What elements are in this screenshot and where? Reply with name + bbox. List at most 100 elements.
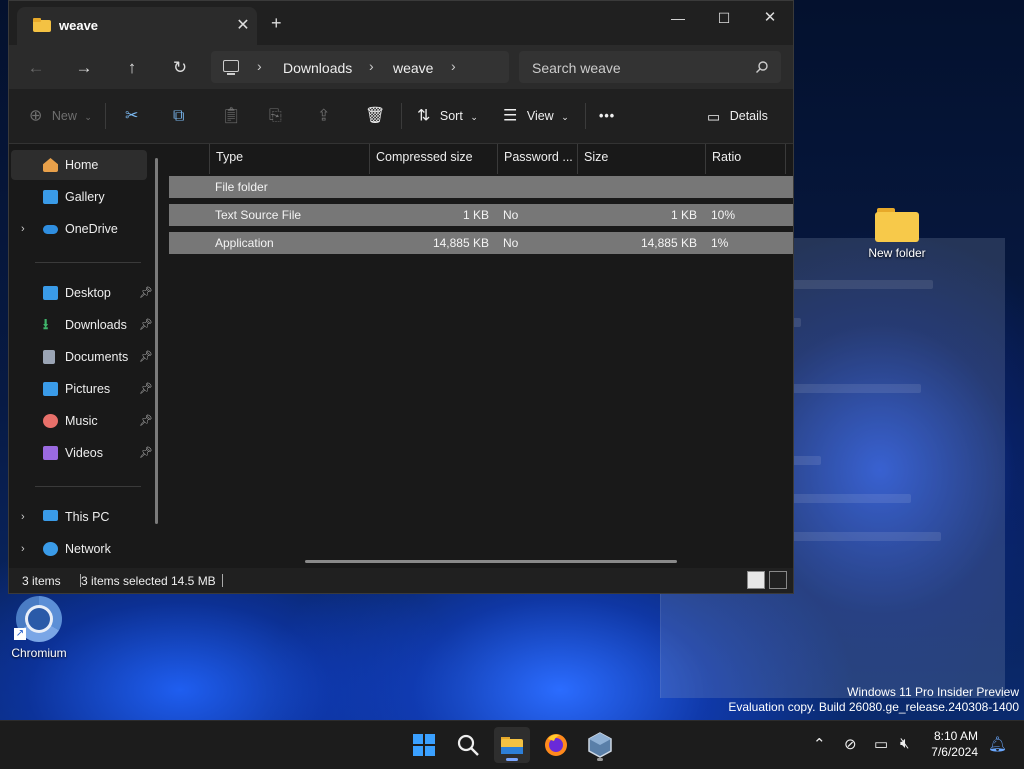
volume-muted-icon[interactable]: 🔇︎ <box>900 735 909 752</box>
search-input[interactable]: Search weave <box>532 60 621 76</box>
table-row[interactable]: Application 14,885 KB No 14,885 KB 1% <box>169 232 793 254</box>
sort-button-label: Sort <box>439 109 463 123</box>
cell-type: Text Source File <box>215 208 302 222</box>
back-icon[interactable]: ← <box>23 55 49 81</box>
show-hidden-icons-icon[interactable]: ⌃ <box>813 735 826 753</box>
title-bar: weave ✕ + — ☐ ✕ <box>9 1 793 45</box>
sidebar-item-network[interactable]: › Network <box>11 534 147 564</box>
virtualbox-icon[interactable] <box>582 727 618 763</box>
sidebar-scrollbar[interactable] <box>155 158 158 524</box>
windows-watermark: Windows 11 Pro Insider Preview Evaluatio… <box>728 685 1019 715</box>
up-icon[interactable]: ↑ <box>119 55 145 81</box>
documents-icon <box>43 350 55 364</box>
desktop-icon-new-folder[interactable]: New folder <box>862 208 932 260</box>
horizontal-scrollbar[interactable] <box>305 560 677 563</box>
share-icon[interactable]: ⇪ <box>317 105 330 127</box>
status-bar: 3 items 3 items selected 14.5 MB <box>9 568 793 593</box>
sort-button[interactable]: ⇅ Sort ⌄ <box>417 105 478 127</box>
search-icon[interactable] <box>450 727 486 763</box>
home-icon <box>43 158 58 172</box>
desktop-icon-label: New folder <box>868 246 926 260</box>
sidebar-item-this-pc[interactable]: › This PC <box>11 502 147 532</box>
paste-icon[interactable]: 📋︎ <box>221 105 241 127</box>
breadcrumb-chevron-icon[interactable]: › <box>451 58 456 74</box>
tiles-view-toggle-icon[interactable] <box>769 571 787 589</box>
file-explorer-icon[interactable] <box>494 727 530 763</box>
tab-close-button[interactable]: ✕ <box>233 15 253 35</box>
breadcrumb-weave[interactable]: weave <box>393 60 433 76</box>
sidebar-item-documents[interactable]: Documents 📌︎ <box>11 342 153 372</box>
chevron-right-icon[interactable]: › <box>21 534 25 564</box>
address-bar[interactable]: › Downloads › weave › <box>211 51 509 83</box>
sidebar-item-music[interactable]: Music 📌︎ <box>11 406 153 436</box>
pictures-icon <box>43 382 58 396</box>
explorer-tab[interactable]: weave ✕ <box>17 7 257 45</box>
folder-icon <box>33 18 51 32</box>
chevron-right-icon[interactable]: › <box>21 214 25 244</box>
column-header-size[interactable]: Size <box>577 144 705 174</box>
details-button[interactable]: ▭ Details <box>707 105 768 127</box>
details-pane-icon: ▭ <box>707 108 721 125</box>
new-tab-button[interactable]: + <box>271 13 282 34</box>
music-icon <box>43 414 58 428</box>
clock-date: 7/6/2024 <box>931 745 978 759</box>
chevron-right-icon[interactable]: › <box>21 502 25 532</box>
start-icon[interactable] <box>406 727 442 763</box>
sidebar-item-gallery[interactable]: Gallery <box>11 182 147 212</box>
cell-type: File folder <box>215 180 268 194</box>
cut-icon[interactable]: ✂ <box>125 105 138 127</box>
column-header-password[interactable]: Password ... <box>497 144 577 174</box>
breadcrumb-chevron-icon[interactable]: › <box>369 58 374 74</box>
sidebar-item-home[interactable]: Home <box>11 150 147 180</box>
this-pc-icon <box>223 60 239 75</box>
sidebar-item-label: Music <box>65 414 98 428</box>
command-bar: ⊕ New ⌄ ✂ ⧉ 📋︎ ⎘ ⇪ 🗑︎ ⇅ Sort ⌄ ☰ View ⌄ … <box>9 89 793 144</box>
network-icon <box>43 542 58 556</box>
cell-compressed-size: 14,885 KB <box>432 236 489 250</box>
plus-circle-icon: ⊕ <box>29 107 43 125</box>
refresh-icon[interactable]: ↻ <box>167 55 193 81</box>
display-icon[interactable]: ▭ <box>874 735 888 753</box>
search-icon <box>756 61 768 73</box>
close-button[interactable]: ✕ <box>747 5 793 31</box>
system-clock[interactable]: 8:10 AM 7/6/2024 <box>931 728 978 760</box>
sidebar-item-desktop[interactable]: Desktop 📌︎ <box>11 278 153 308</box>
forward-icon[interactable]: → <box>71 55 97 81</box>
table-row[interactable]: File folder <box>169 176 793 198</box>
breadcrumb-downloads[interactable]: Downloads <box>283 60 352 76</box>
maximize-button[interactable]: ☐ <box>701 5 747 31</box>
chevron-down-icon: ⌄ <box>84 112 92 122</box>
firefox-icon[interactable] <box>538 727 574 763</box>
sidebar-item-onedrive[interactable]: › OneDrive <box>11 214 147 244</box>
cell-size: 1 KB <box>670 208 697 222</box>
sidebar-item-videos[interactable]: Videos 📌︎ <box>11 438 153 468</box>
breadcrumb-chevron-icon[interactable]: › <box>257 58 262 74</box>
pin-icon: 📌︎ <box>139 351 153 363</box>
new-button[interactable]: ⊕ New ⌄ <box>29 105 92 127</box>
desktop-icon-label: Chromium <box>11 646 67 660</box>
cell-password: No <box>503 236 519 250</box>
network-disconnected-icon[interactable]: ⊘ <box>844 735 857 753</box>
cell-size: 14,885 KB <box>640 236 697 250</box>
details-view-toggle-icon[interactable] <box>747 571 765 589</box>
view-button[interactable]: ☰ View ⌄ <box>503 105 569 127</box>
delete-icon[interactable]: 🗑︎ <box>365 105 385 127</box>
status-item-count: 3 items <box>22 574 61 588</box>
column-header-ratio[interactable]: Ratio <box>705 144 785 174</box>
sidebar-item-downloads[interactable]: ⭳ Downloads 📌︎ <box>11 310 153 340</box>
cell-ratio: 1% <box>711 236 729 250</box>
column-header-compressed-size[interactable]: Compressed size <box>369 144 497 174</box>
view-button-label: View <box>526 109 554 123</box>
column-header-type[interactable]: Type <box>209 144 369 174</box>
notifications-icon[interactable]: 🔔︎ <box>988 735 1007 753</box>
rename-icon[interactable]: ⎘ <box>269 105 282 127</box>
pin-icon: 📌︎ <box>139 383 153 395</box>
chevron-down-icon: ⌄ <box>561 112 569 122</box>
minimize-button[interactable]: — <box>655 5 701 31</box>
table-row[interactable]: Text Source File 1 KB No 1 KB 10% <box>169 204 793 226</box>
copy-icon[interactable]: ⧉ <box>173 105 184 127</box>
search-box[interactable]: Search weave <box>519 51 781 83</box>
sidebar-item-pictures[interactable]: Pictures 📌︎ <box>11 374 153 404</box>
more-options-button[interactable]: ••• <box>599 105 615 127</box>
pin-icon: 📌︎ <box>139 415 153 427</box>
